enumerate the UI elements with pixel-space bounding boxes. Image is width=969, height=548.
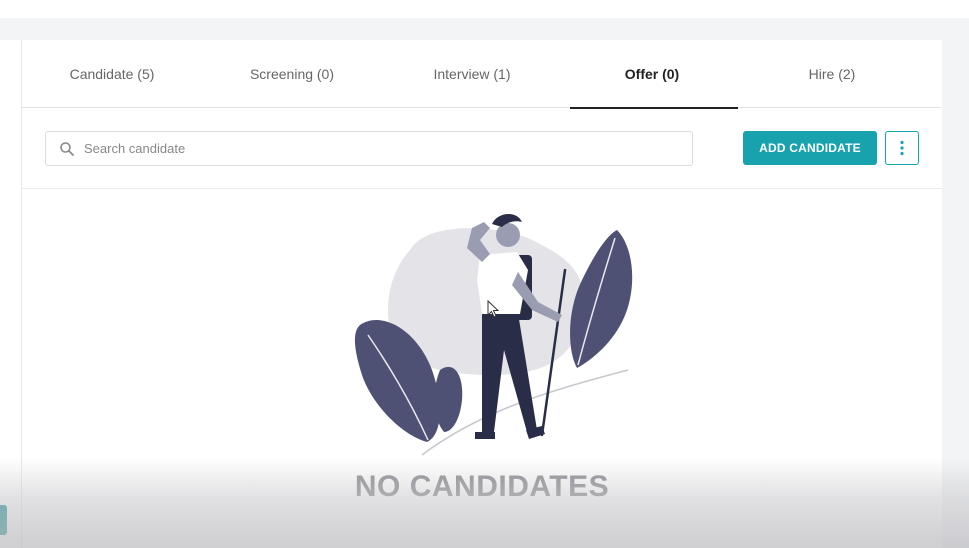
empty-state-title: NO CANDIDATES	[354, 470, 610, 503]
more-options-button[interactable]	[885, 131, 919, 165]
candidates-card: Candidate (5) Screening (0) Interview (1…	[22, 40, 942, 548]
vertical-dots-icon	[900, 140, 904, 156]
person-head	[496, 223, 520, 247]
right-leaf	[570, 230, 633, 368]
tab-interview[interactable]: Interview (1)	[382, 40, 562, 108]
top-strip	[0, 0, 969, 18]
toolbar: ADD CANDIDATE	[22, 108, 942, 189]
tab-hire[interactable]: Hire (2)	[742, 40, 922, 108]
tab-offer[interactable]: Offer (0)	[562, 40, 742, 109]
left-panel-teal-button[interactable]	[0, 505, 7, 535]
small-leaf	[434, 366, 463, 432]
empty-state-illustration	[354, 213, 633, 456]
pipeline-tabs: Candidate (5) Screening (0) Interview (1…	[22, 40, 942, 109]
tab-screening[interactable]: Screening (0)	[202, 40, 382, 108]
left-panel	[0, 40, 22, 548]
search-icon	[60, 141, 74, 156]
search-input[interactable]	[84, 141, 664, 156]
search-box[interactable]	[45, 131, 693, 166]
tab-candidate[interactable]: Candidate (5)	[22, 40, 202, 108]
mouse-cursor-icon	[487, 300, 499, 318]
add-candidate-button[interactable]: ADD CANDIDATE	[743, 131, 877, 165]
